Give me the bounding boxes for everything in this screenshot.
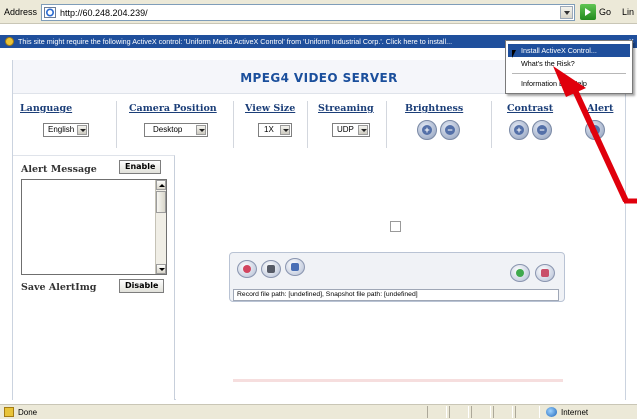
status-cell [515, 406, 540, 418]
view-size-value: 1X [264, 125, 274, 134]
scrollbar[interactable] [155, 180, 166, 274]
minus-icon: − [445, 125, 455, 135]
disable-button[interactable]: Disable [119, 279, 165, 293]
camera-position-select[interactable]: Desktop [144, 123, 208, 137]
enable-button[interactable]: Enable [119, 160, 162, 174]
language-select[interactable]: English [43, 123, 89, 137]
path-icon [291, 263, 299, 271]
menu-item-whats-the-risk[interactable]: What's the Risk? [508, 57, 630, 70]
menu-item-install-activex[interactable]: Install ActiveX Control... [508, 44, 630, 57]
plus-icon: + [514, 125, 524, 135]
minus-icon: − [537, 125, 547, 135]
stop-button[interactable] [535, 264, 555, 282]
address-field[interactable]: http://60.248.204.239/ [41, 4, 575, 21]
view-size-label[interactable]: View Size [245, 103, 295, 114]
alert-icon [590, 125, 600, 135]
zone-text: Internet [561, 408, 589, 417]
scroll-down-icon[interactable] [156, 264, 166, 274]
language-value: English [48, 125, 75, 134]
streaming-select[interactable]: UDP [332, 123, 370, 137]
divider [491, 101, 492, 148]
activex-placeholder-icon [390, 221, 401, 232]
camera-position-value: Desktop [153, 125, 183, 134]
page-done-icon [4, 407, 14, 417]
status-text: Done [18, 408, 38, 417]
address-dropdown-button[interactable] [560, 6, 573, 19]
view-size-select[interactable]: 1X [258, 123, 292, 137]
bottom-strip [233, 379, 563, 382]
go-arrow-icon [580, 4, 596, 20]
language-label[interactable]: Language [20, 103, 72, 114]
activex-context-menu: Install ActiveX Control... What's the Ri… [505, 40, 633, 94]
chevron-down-icon [196, 125, 206, 135]
scroll-up-icon[interactable] [156, 180, 166, 190]
info-bar-text[interactable]: This site might require the following Ac… [18, 37, 452, 46]
controls-row: Language English Camera Position Desktop… [13, 95, 625, 155]
divider [307, 101, 308, 148]
mouse-pointer-icon [512, 50, 516, 58]
snapshot-icon [267, 265, 275, 273]
divider [116, 101, 117, 148]
path-button[interactable] [285, 258, 305, 276]
alert-message-label: Alert Message [21, 164, 97, 175]
go-button[interactable]: Go [580, 4, 612, 21]
brightness-minus-button[interactable]: − [440, 120, 460, 140]
camera-position-label[interactable]: Camera Position [129, 103, 217, 114]
snapshot-button[interactable] [261, 260, 281, 278]
globe-icon [546, 407, 557, 417]
audio-button[interactable] [510, 264, 530, 282]
status-cell [427, 406, 447, 418]
contrast-plus-button[interactable]: + [509, 120, 529, 140]
contrast-minus-button[interactable]: − [532, 120, 552, 140]
status-cell [471, 406, 491, 418]
status-cell [449, 406, 469, 418]
alert-message-textarea[interactable] [21, 179, 167, 275]
record-icon [243, 265, 251, 273]
links-label[interactable]: Lin [622, 7, 634, 17]
address-label: Address [4, 7, 38, 17]
save-alertimg-label: Save AlertImg [21, 282, 97, 293]
stop-icon [541, 269, 549, 277]
scroll-thumb[interactable] [156, 191, 166, 213]
go-label: Go [599, 7, 612, 17]
chevron-down-icon [280, 125, 290, 135]
shield-icon [5, 37, 14, 46]
alert-button[interactable] [585, 120, 605, 140]
menu-separator [512, 73, 626, 74]
menu-item-info-bar-help[interactable]: Information Bar Help [508, 77, 630, 90]
audio-icon [516, 269, 524, 277]
alert-label[interactable]: Alert [587, 103, 613, 114]
streaming-label[interactable]: Streaming [318, 103, 374, 114]
chevron-down-icon [358, 125, 368, 135]
file-path-text: Record file path: [undefined], Snapshot … [233, 289, 559, 301]
chevron-down-icon [77, 125, 87, 135]
plus-icon: + [422, 125, 432, 135]
ie-page-icon [44, 7, 56, 18]
contrast-label[interactable]: Contrast [507, 103, 553, 114]
record-button[interactable] [237, 260, 257, 278]
divider [233, 101, 234, 148]
divider [386, 101, 387, 148]
address-bar: Address http://60.248.204.239/ Go Lin [0, 0, 637, 24]
brightness-label[interactable]: Brightness [405, 103, 463, 114]
status-bar: Done Internet [0, 404, 637, 419]
status-cell [493, 406, 513, 418]
streaming-value: UDP [337, 125, 354, 134]
address-url[interactable]: http://60.248.204.239/ [60, 8, 148, 18]
brightness-plus-button[interactable]: + [417, 120, 437, 140]
